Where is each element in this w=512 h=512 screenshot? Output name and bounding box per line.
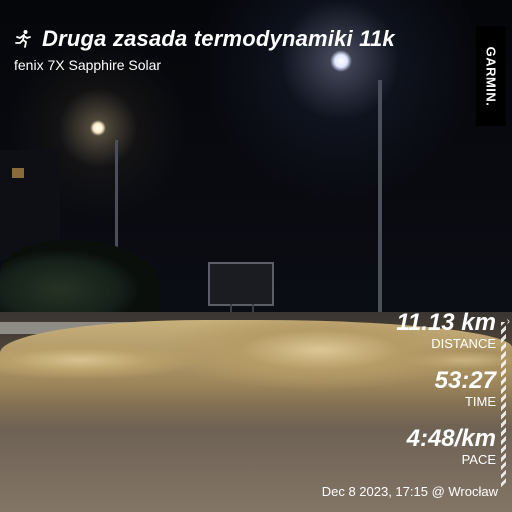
time-value: 53:27: [434, 367, 496, 394]
garmin-logo-text: GARMIN.: [483, 46, 499, 106]
street-lamp-light: [330, 50, 352, 72]
stat-pace: 4:48/km PACE: [407, 426, 496, 476]
billboard: [208, 262, 274, 306]
distance-value: 11.13 km: [396, 309, 496, 336]
street-lamp-light: [90, 120, 106, 136]
distance-label: DISTANCE: [431, 336, 496, 351]
activity-header: Druga zasada termodynamiki 11k: [12, 26, 395, 52]
time-label: TIME: [464, 394, 496, 409]
activity-title: Druga zasada termodynamiki 11k: [42, 26, 395, 51]
striped-divider: [501, 322, 506, 487]
running-person-icon: [12, 28, 34, 50]
street-lamp-pole: [378, 80, 382, 325]
pace-label: PACE: [461, 452, 496, 467]
device-name: fenix 7X Sapphire Solar: [14, 57, 162, 73]
chevron-icon: ›: [506, 316, 510, 327]
building-window: [12, 168, 24, 178]
garmin-logo: GARMIN.: [476, 26, 506, 126]
date-location: Dec 8 2023, 17:15 @ Wrocław: [321, 484, 498, 499]
street-lamp-pole: [115, 140, 118, 260]
stat-time: 53:27 TIME: [435, 368, 496, 418]
pace-value: 4:48/km: [406, 425, 496, 452]
stat-distance: 11.13 km DISTANCE: [396, 310, 496, 360]
